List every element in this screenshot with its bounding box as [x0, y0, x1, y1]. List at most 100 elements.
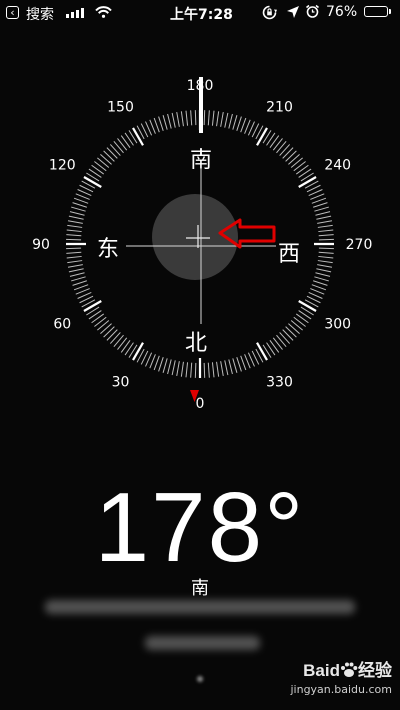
compass-dial[interactable]: 1802102402703003300306090120150 南 西 北 东 [0, 60, 400, 420]
compass-tick [207, 110, 210, 126]
degree-label: 270 [346, 237, 373, 253]
compass-tick [73, 197, 89, 204]
compass-tick [66, 234, 82, 237]
degree-label: 90 [32, 237, 50, 253]
compass-tick [100, 323, 112, 335]
compass-tick [71, 276, 86, 282]
compass-tick [318, 229, 334, 233]
compass-tick [68, 215, 84, 220]
battery-icon [364, 6, 391, 17]
cardinal-east: 东 [97, 237, 119, 262]
compass-tick [83, 176, 102, 188]
compass-tick [113, 141, 124, 154]
compass-tick [190, 362, 193, 378]
compass-tick [69, 272, 85, 277]
back-chevron-icon[interactable]: ‹ [6, 6, 19, 19]
degree-label: 330 [266, 375, 293, 391]
compass-tick [67, 220, 83, 224]
wifi-icon [95, 6, 112, 18]
compass-tick [224, 112, 229, 128]
compass-tick [240, 355, 247, 371]
compass-tick [216, 111, 220, 127]
compass-tick [68, 268, 84, 273]
compass-tick [285, 150, 297, 162]
compass-tick [316, 268, 332, 273]
compass-tick [224, 360, 229, 376]
compass-tick [120, 339, 131, 353]
compass-tick [158, 357, 164, 372]
compass-tick [94, 316, 107, 327]
compass-tick [244, 354, 251, 369]
compass-tick [176, 111, 180, 127]
altitude-text-blurred [145, 636, 260, 650]
compass-tick [106, 329, 118, 341]
compass-tick [288, 153, 300, 165]
compass-tick [316, 215, 332, 220]
compass-tick [132, 127, 144, 146]
compass-tick [288, 323, 300, 335]
baidu-paw-icon [341, 662, 358, 677]
compass-tick [318, 255, 334, 259]
compass-tick [167, 113, 172, 129]
direction-label: 南 [191, 578, 209, 599]
compass-tick [94, 161, 107, 172]
watermark-logo: Baid 经验 [303, 661, 392, 680]
degree-label: 150 [107, 99, 134, 115]
compass-tick [149, 119, 156, 134]
compass-tick [67, 264, 83, 268]
compass-tick [228, 359, 233, 375]
compass-tick [75, 193, 90, 200]
compass-tick [317, 264, 333, 268]
compass-tick [315, 211, 331, 216]
compass-tick [293, 316, 306, 327]
compass-tick [290, 320, 303, 331]
degree-label: 120 [49, 158, 76, 174]
compass-tick [203, 110, 206, 126]
compass-tick [97, 320, 110, 331]
compass-tick [295, 164, 309, 175]
compass-tick [109, 144, 121, 156]
heading-degrees: 178 [94, 472, 265, 582]
compass-tick [317, 220, 333, 224]
cardinal-west: 西 [278, 242, 300, 267]
compass-tick [75, 288, 90, 295]
compass-tick [97, 157, 110, 168]
compass-tick [72, 202, 87, 208]
compass-tick [232, 115, 238, 130]
compass-tick [153, 117, 160, 133]
compass-tick [69, 211, 85, 216]
compass-tick [293, 161, 306, 172]
compass-tick [298, 300, 317, 312]
compass-tick [67, 260, 83, 264]
compass-tick [228, 113, 233, 129]
compass-tick [272, 138, 283, 151]
page-indicator [197, 676, 203, 682]
compass-tick [103, 326, 115, 338]
compass-tick [269, 135, 280, 149]
back-to-search-link[interactable]: 搜索 [26, 4, 54, 24]
compass-tick [203, 362, 206, 378]
compass-tick [117, 337, 128, 350]
compass-tick [282, 147, 294, 159]
compass-tick [158, 116, 164, 131]
compass-tick [295, 313, 309, 324]
compass-tick [236, 116, 242, 131]
compass-tick [171, 112, 176, 128]
compass-tick [185, 110, 189, 126]
compass-tick [315, 272, 331, 277]
compass-tick [117, 138, 128, 151]
degree-label: 0 [196, 396, 205, 412]
degree-label: 300 [324, 317, 351, 333]
compass-tick [106, 147, 118, 159]
watermark-url: jingyan.baidu.com [290, 683, 392, 696]
compass-tick [149, 354, 156, 369]
compass-tick [244, 119, 251, 134]
compass-tick [311, 197, 327, 204]
cardinal-north: 北 [185, 331, 207, 356]
degree-label: 60 [53, 317, 71, 333]
compass-tick [211, 110, 215, 126]
degree-label: 30 [112, 375, 130, 391]
compass-tick [310, 288, 325, 295]
compass-tick [167, 359, 172, 375]
compass-tick [276, 334, 287, 347]
